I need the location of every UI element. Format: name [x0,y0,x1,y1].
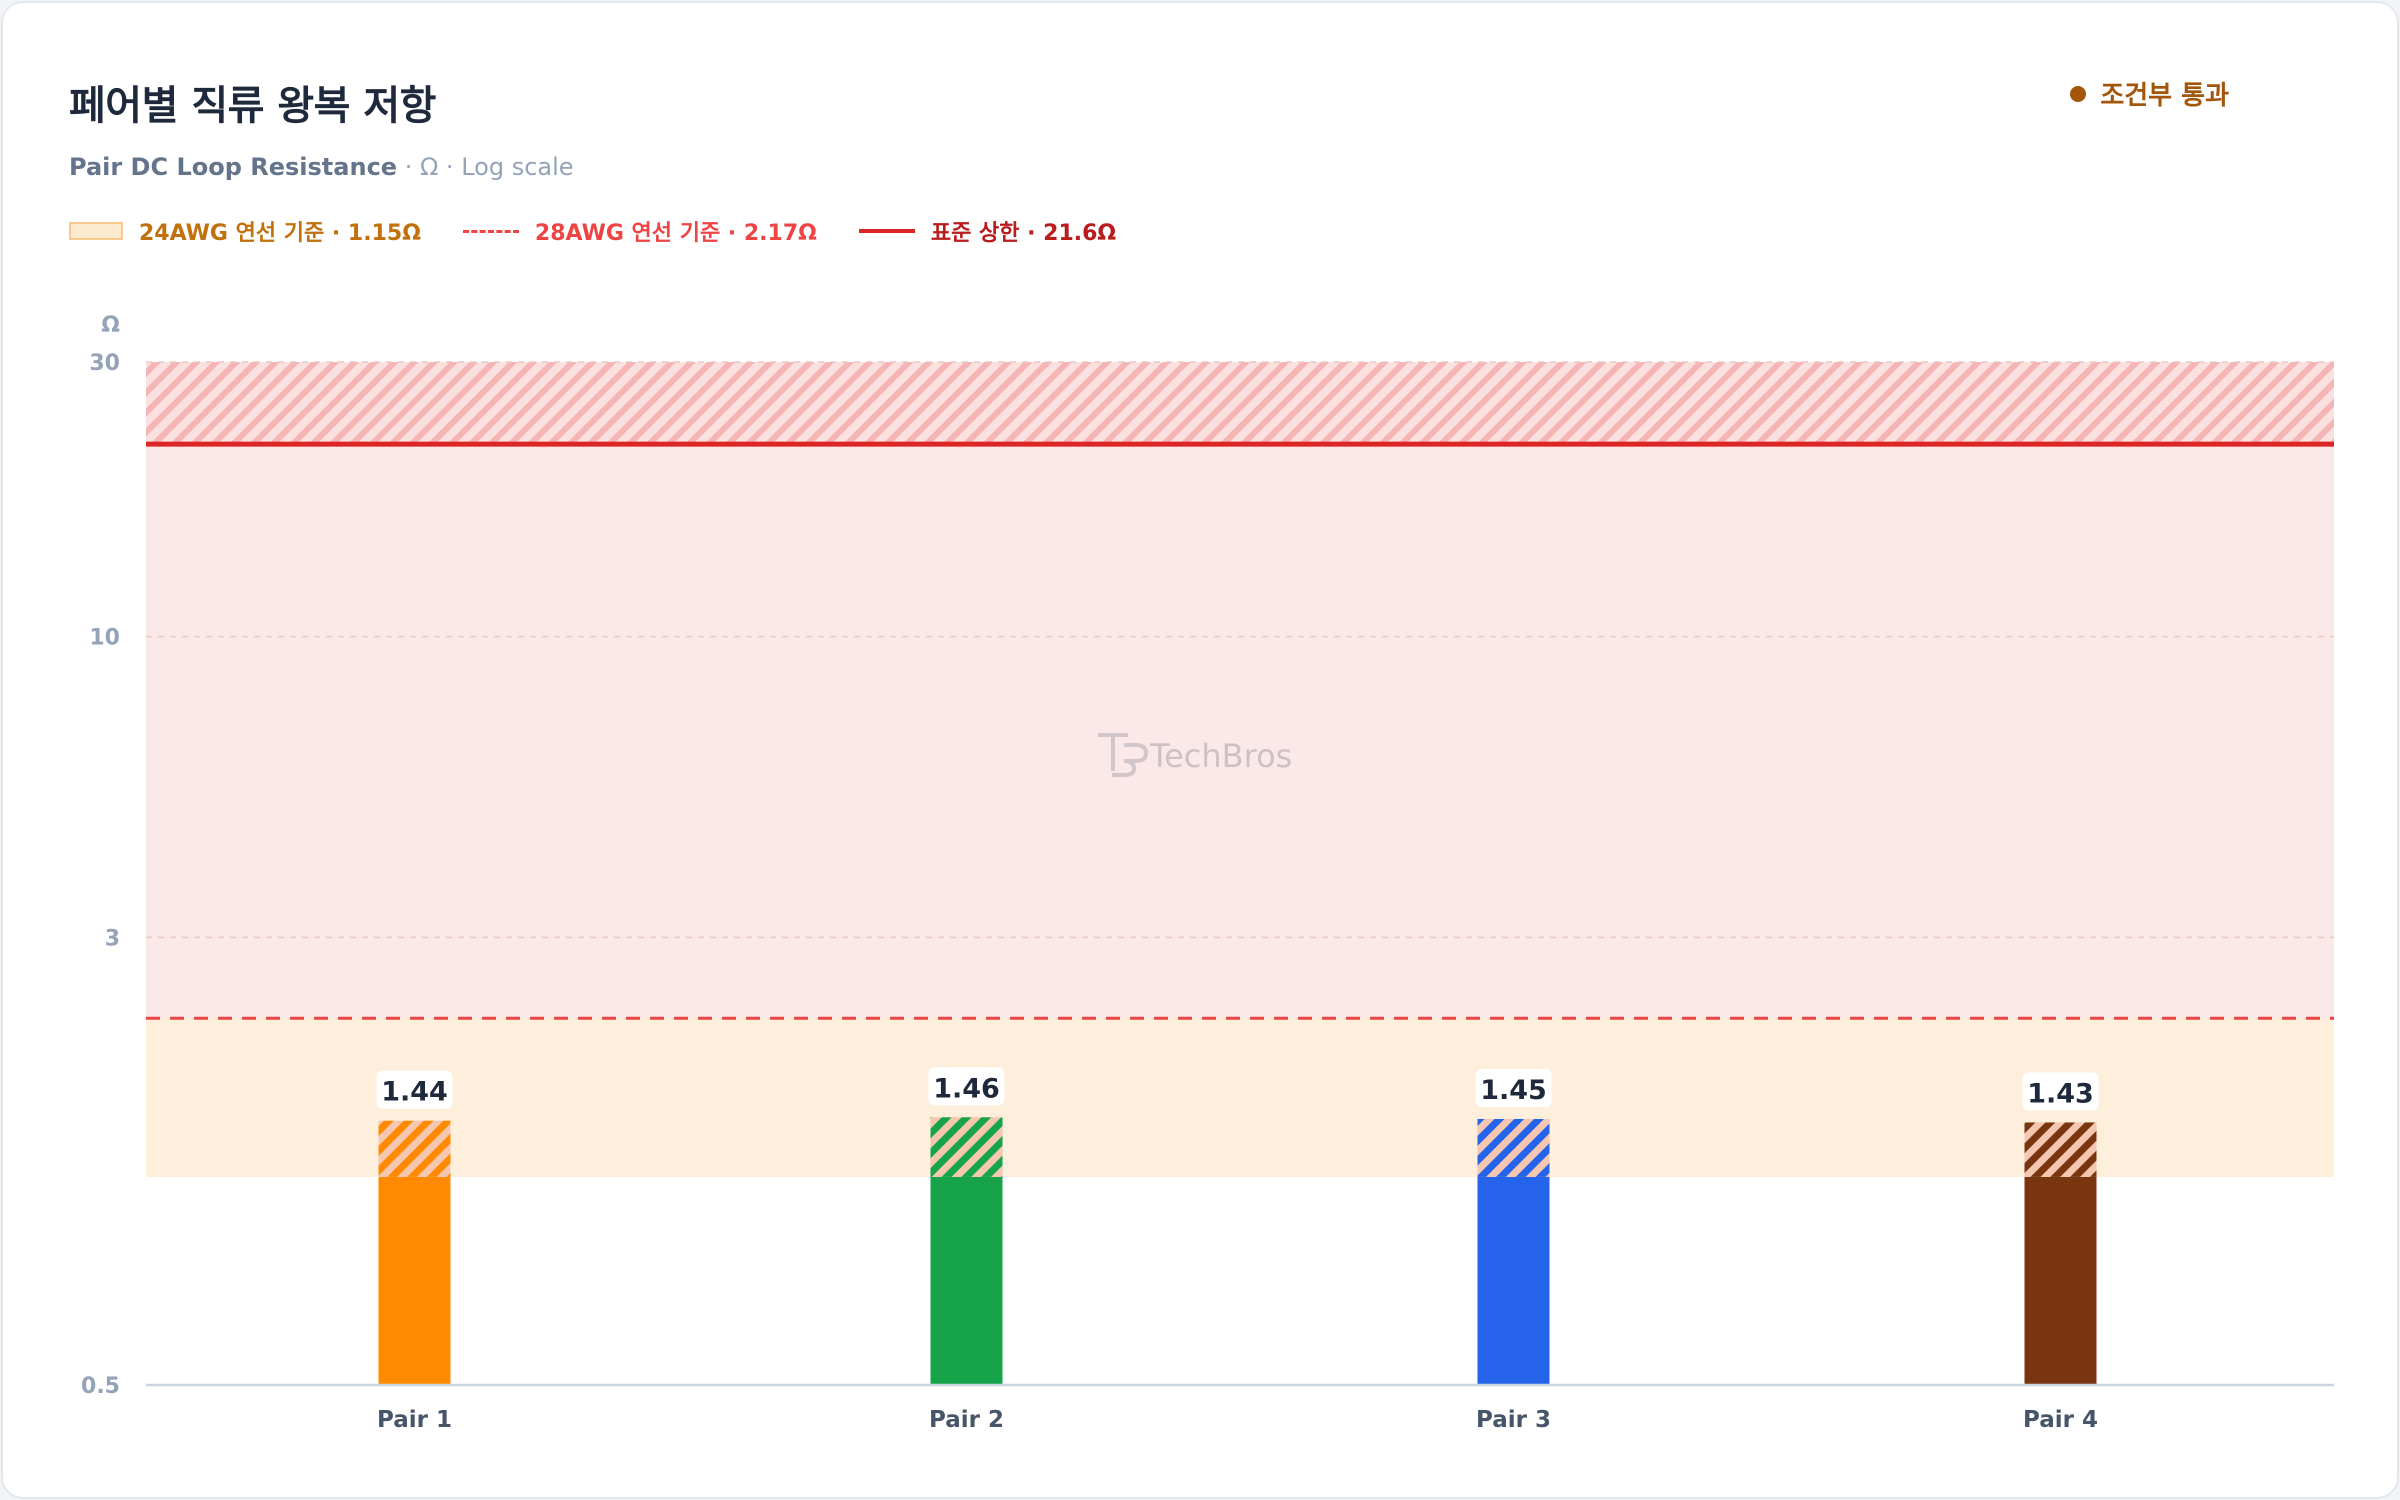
bar-excess-segment [1477,1118,1550,1177]
bar-excess-segment [2024,1122,2097,1177]
y-tick-label: 10 [89,625,120,650]
bar-value-label: 1.45 [1480,1075,1547,1106]
bar-chart: 0.5 3 10 30 Ω TechBros 1.44 Pair 1 1.46 Pair 2 1.4… [81,313,2334,1433]
y-tick-label: 3 [105,926,120,951]
bar [2024,1176,2097,1385]
x-tick-label: Pair 3 [1476,1407,1551,1433]
bar [1477,1176,1550,1385]
x-tick-label: Pair 4 [2023,1407,2098,1433]
over-limit-hatch [146,362,2334,445]
bar-excess-segment [378,1120,451,1177]
bar [378,1176,451,1385]
bar-value-label: 1.46 [933,1073,1000,1104]
x-tick-label: Pair 2 [929,1407,1004,1433]
bar-value-label: 1.43 [2027,1078,2094,1109]
watermark-text: TechBros [1149,737,1292,775]
y-axis-unit: Ω [101,313,120,338]
bar-excess-segment [930,1117,1003,1177]
y-tick-label: 30 [89,351,120,376]
x-tick-label: Pair 1 [377,1407,452,1433]
y-tick-label: 0.5 [81,1374,120,1399]
bar [930,1176,1003,1385]
awg-band [146,1018,2334,1177]
bar-value-label: 1.44 [381,1077,448,1108]
